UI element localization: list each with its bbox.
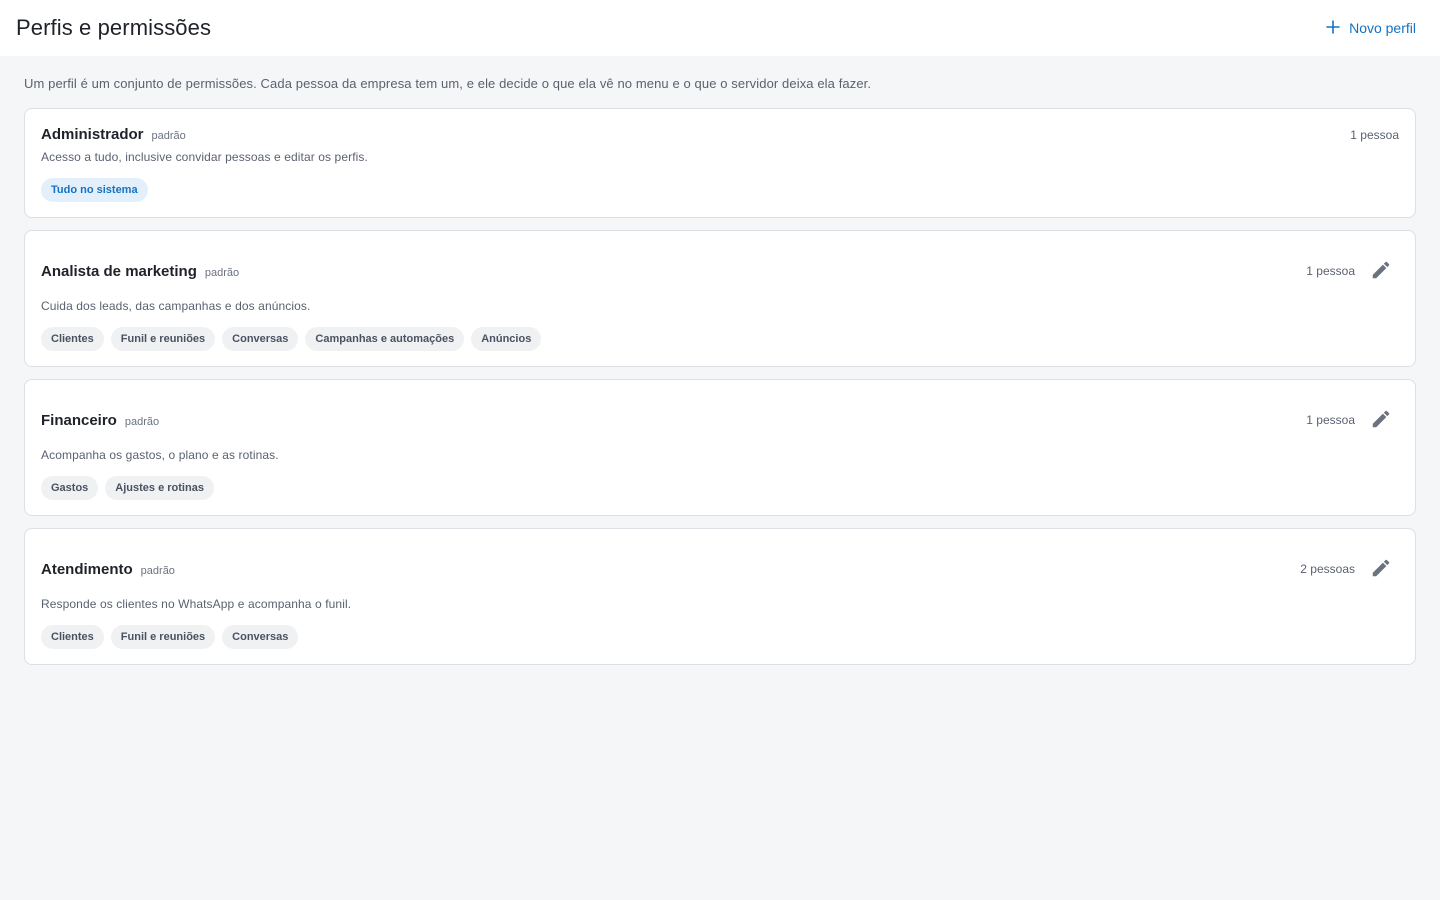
pencil-icon [1370, 259, 1392, 284]
role-name-wrap: Financeiro padrão [41, 412, 159, 429]
permission-chips: Clientes Funil e reuniões Conversas [41, 625, 1399, 649]
page-title: Perfis e permissões [16, 15, 212, 40]
permission-chip: Anúncios [471, 327, 542, 351]
role-card-header: Analista de marketing padrão 1 pessoa [41, 231, 1399, 283]
role-name: Analista de marketing [41, 262, 197, 280]
pencil-icon [1370, 557, 1392, 582]
permission-chips: Clientes Funil e reuniões Conversas Camp… [41, 327, 1399, 351]
permission-chip: Clientes [41, 625, 104, 649]
permission-chip: Funil e reuniões [110, 327, 216, 351]
permission-chips: Tudo no sistema [41, 178, 1399, 202]
member-count: 2 pessoas [1300, 562, 1355, 576]
role-card-header: Financeiro padrão 1 pessoa [41, 380, 1399, 432]
permission-chip: Campanhas e automações [305, 327, 465, 351]
new-profile-button[interactable]: Novo perfil [1325, 13, 1416, 44]
permission-chip: Ajustes e rotinas [105, 476, 214, 500]
role-description: Cuida dos leads, das campanhas e dos anú… [41, 299, 311, 313]
default-tag: padrão [124, 415, 160, 428]
role-card-financeiro[interactable]: Financeiro padrão 1 pessoa Acompanha os … [24, 379, 1416, 516]
role-card-analista-de-marketing[interactable]: Analista de marketing padrão 1 pessoa Cu… [24, 230, 1416, 367]
role-description: Acesso a tudo, inclusive convidar pessoa… [41, 150, 368, 164]
role-card-header: Atendimento padrão 2 pessoas [41, 529, 1399, 581]
role-meta: 1 pessoa [1350, 128, 1399, 142]
default-tag: padrão [151, 130, 186, 142]
member-count: 1 pessoa [1350, 127, 1399, 142]
role-meta: 1 pessoa [1306, 408, 1399, 432]
role-name-wrap: Analista de marketing padrão [41, 263, 239, 280]
permission-chip: Gastos [41, 476, 99, 500]
default-tag: padrão [204, 266, 240, 279]
permission-chip: Clientes [41, 327, 104, 351]
role-name-wrap: Atendimento padrão [41, 561, 175, 578]
member-count: 1 pessoa [1306, 413, 1355, 427]
role-card-header: Administrador padrão 1 pessoa [41, 109, 1399, 143]
permission-chips: Gastos Ajustes e rotinas [41, 476, 1399, 500]
top-bar: Perfis e permissões Novo perfil [0, 0, 1440, 56]
role-description: Acompanha os gastos, o plano e as rotina… [41, 448, 279, 462]
edit-role-button[interactable] [1369, 557, 1393, 581]
permission-chip: Tudo no sistema [41, 178, 148, 202]
role-name: Financeiro [41, 411, 117, 429]
member-count: 1 pessoa [1306, 264, 1355, 278]
role-name: Atendimento [41, 560, 133, 578]
permission-chip: Conversas [222, 327, 299, 351]
permission-chip: Funil e reuniões [110, 625, 216, 649]
role-name-wrap: Administrador padrão [41, 126, 186, 143]
role-meta: 1 pessoa [1306, 259, 1399, 283]
permission-chip: Conversas [222, 625, 299, 649]
role-meta: 2 pessoas [1300, 557, 1399, 581]
pencil-icon [1370, 408, 1392, 433]
new-profile-label: Novo perfil [1349, 20, 1416, 36]
edit-role-button[interactable] [1369, 408, 1393, 432]
main-content: Um perfil é um conjunto de permissões. C… [0, 56, 1440, 665]
plus-icon [1325, 19, 1341, 38]
role-name: Administrador [41, 126, 144, 143]
role-description: Responde os clientes no WhatsApp e acomp… [41, 597, 352, 611]
intro-text: Um perfil é um conjunto de permissões. C… [24, 76, 872, 91]
edit-role-button[interactable] [1369, 259, 1393, 283]
default-tag: padrão [140, 564, 175, 577]
role-card-atendimento[interactable]: Atendimento padrão 2 pessoas Responde os… [24, 528, 1416, 665]
role-card-administrador: Administrador padrão 1 pessoa Acesso a t… [24, 108, 1416, 218]
